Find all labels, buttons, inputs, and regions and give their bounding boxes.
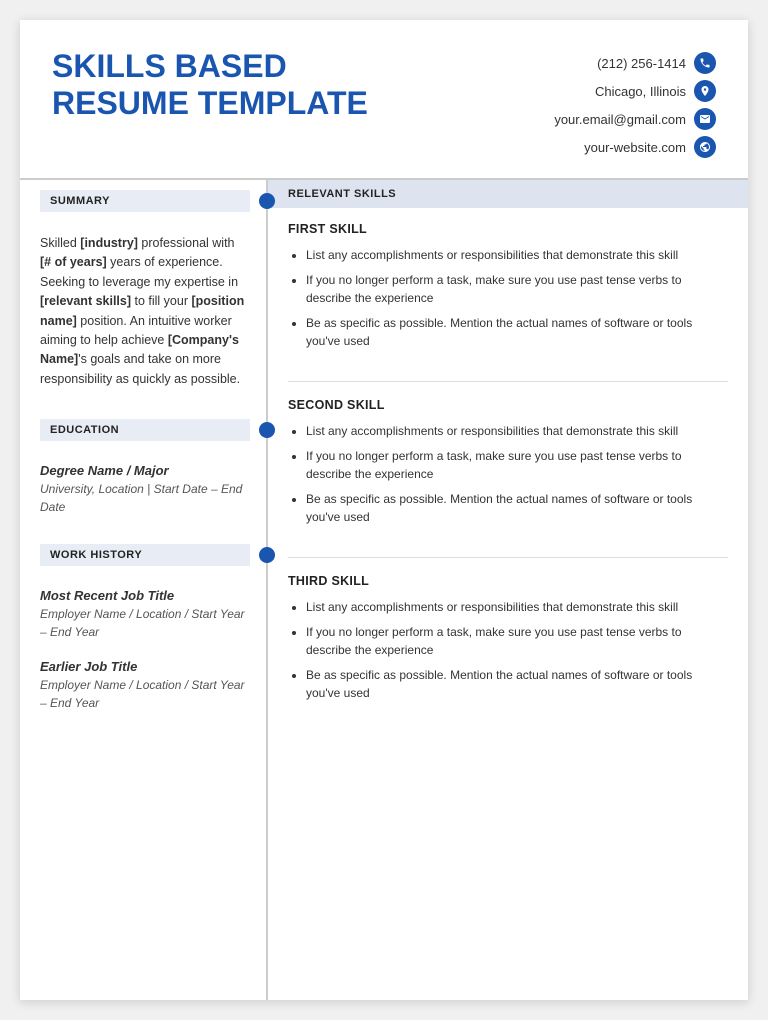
relevant-skills-header: RELEVANT SKILLS xyxy=(268,180,748,208)
right-column: RELEVANT SKILLS FIRST SKILL List any acc… xyxy=(268,180,748,1000)
skill-1-bullet-1: List any accomplishments or responsibili… xyxy=(306,246,728,265)
summary-text: Skilled [industry] professional with [# … xyxy=(40,234,246,389)
education-header: EDUCATION xyxy=(20,409,266,451)
skill-block-3: THIRD SKILL List any accomplishments or … xyxy=(268,574,748,729)
resume-title: SKILLS BASED RESUME TEMPLATE xyxy=(52,48,368,122)
summary-company: [Company's Name] xyxy=(40,333,239,366)
skill-1-bullet-2: If you no longer perform a task, make su… xyxy=(306,271,728,308)
skill-2-bullet-2: If you no longer perform a task, make su… xyxy=(306,447,728,484)
location-row: Chicago, Illinois xyxy=(595,80,716,102)
summary-years: [# of years] xyxy=(40,255,107,269)
education-dot xyxy=(259,422,275,438)
email-row: your.email@gmail.com xyxy=(554,108,716,130)
skill-divider-1 xyxy=(288,381,728,382)
website-row: your-website.com xyxy=(584,136,716,158)
skill-3-bullet-3: Be as specific as possible. Mention the … xyxy=(306,666,728,703)
title-line1: SKILLS BASED xyxy=(52,48,287,84)
job-2: Earlier Job Title Employer Name / Locati… xyxy=(20,659,266,730)
summary-header: SUMMARY xyxy=(20,180,266,222)
website-icon xyxy=(694,136,716,158)
job-1-title: Most Recent Job Title xyxy=(40,588,246,603)
education-entry: Degree Name / Major University, Location… xyxy=(20,463,266,534)
phone-row: (212) 256-1414 xyxy=(597,52,716,74)
skill-3-list: List any accomplishments or responsibili… xyxy=(288,598,728,703)
email-icon xyxy=(694,108,716,130)
location-text: Chicago, Illinois xyxy=(595,84,686,99)
institution-name: University, Location | Start Date – End … xyxy=(40,480,246,516)
skill-3-bullet-2: If you no longer perform a task, make su… xyxy=(306,623,728,660)
skill-block-2: SECOND SKILL List any accomplishments or… xyxy=(268,398,748,553)
job-2-title: Earlier Job Title xyxy=(40,659,246,674)
work-history-dot xyxy=(259,547,275,563)
summary-skills: [relevant skills] xyxy=(40,294,131,308)
summary-label: SUMMARY xyxy=(40,190,250,212)
skill-2-list: List any accomplishments or responsibili… xyxy=(288,422,728,527)
website-text: your-website.com xyxy=(584,140,686,155)
work-history-header: WORK HISTORY xyxy=(20,534,266,576)
email-text: your.email@gmail.com xyxy=(554,112,686,127)
summary-dot xyxy=(259,193,275,209)
skill-2-bullet-1: List any accomplishments or responsibili… xyxy=(306,422,728,441)
skill-1-list: List any accomplishments or responsibili… xyxy=(288,246,728,351)
skill-3-bullet-1: List any accomplishments or responsibili… xyxy=(306,598,728,617)
job-1: Most Recent Job Title Employer Name / Lo… xyxy=(20,588,266,659)
skill-divider-2 xyxy=(288,557,728,558)
skill-3-title: THIRD SKILL xyxy=(288,574,728,588)
phone-text: (212) 256-1414 xyxy=(597,56,686,71)
summary-content: Skilled [industry] professional with [# … xyxy=(20,234,266,409)
skill-1-title: FIRST SKILL xyxy=(288,222,728,236)
header-section: SKILLS BASED RESUME TEMPLATE (212) 256-1… xyxy=(20,20,748,180)
contact-info: (212) 256-1414 Chicago, Illinois your.em… xyxy=(554,52,716,158)
left-column: SUMMARY Skilled [industry] professional … xyxy=(20,180,268,1000)
skill-2-title: SECOND SKILL xyxy=(288,398,728,412)
body-layout: SUMMARY Skilled [industry] professional … xyxy=(20,180,748,1000)
title-line2: RESUME TEMPLATE xyxy=(52,85,368,121)
job-1-details: Employer Name / Location / Start Year – … xyxy=(40,605,246,641)
resume-page: SKILLS BASED RESUME TEMPLATE (212) 256-1… xyxy=(20,20,748,1000)
skill-2-bullet-3: Be as specific as possible. Mention the … xyxy=(306,490,728,527)
degree-name: Degree Name / Major xyxy=(40,463,246,478)
skill-1-bullet-3: Be as specific as possible. Mention the … xyxy=(306,314,728,351)
location-icon xyxy=(694,80,716,102)
job-2-details: Employer Name / Location / Start Year – … xyxy=(40,676,246,712)
summary-industry: [industry] xyxy=(80,236,138,250)
phone-icon xyxy=(694,52,716,74)
work-history-label: WORK HISTORY xyxy=(40,544,250,566)
skill-block-1: FIRST SKILL List any accomplishments or … xyxy=(268,222,748,377)
education-label: EDUCATION xyxy=(40,419,250,441)
